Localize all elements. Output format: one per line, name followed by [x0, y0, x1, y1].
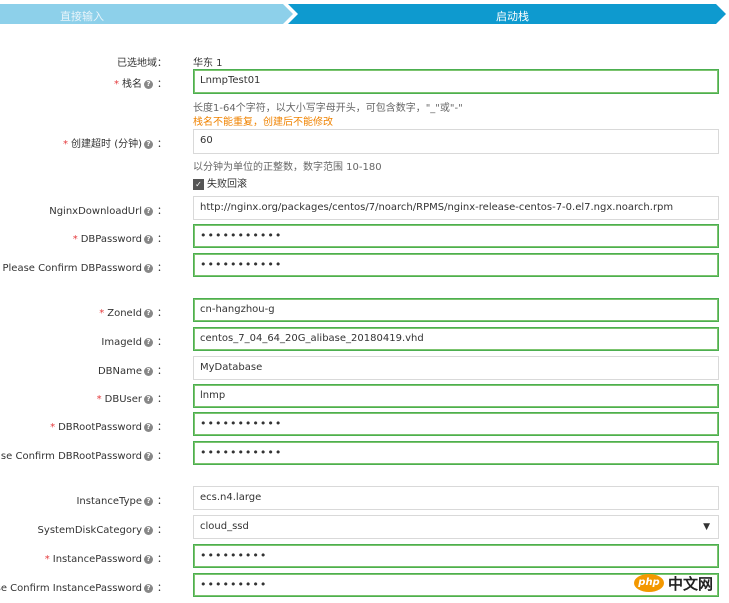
- step1-background: [0, 4, 293, 24]
- timeout-label-text: 创建超时 (分钟): [71, 139, 142, 150]
- image-id-label: ImageId? ：: [101, 333, 167, 348]
- rollback-checkbox-row[interactable]: ✓ 失败回滚: [193, 175, 247, 190]
- db-password-label-text: DBPassword: [80, 234, 142, 245]
- label-colon: ：: [157, 263, 167, 274]
- db-root-password-label-text: DBRootPassword: [58, 422, 142, 433]
- nginx-url-label: NginxDownloadUrl? ：: [49, 202, 167, 217]
- step-progress-bar: 直接输入 启动栈: [0, 4, 729, 24]
- zone-id-input[interactable]: cn-hangzhou-g: [193, 298, 719, 322]
- system-disk-label: SystemDiskCategory? ：: [38, 521, 167, 536]
- region-value: 华东 1: [193, 58, 223, 69]
- label-colon: ：: [157, 337, 167, 348]
- watermark-text: 中文网: [668, 575, 714, 593]
- system-disk-select[interactable]: cloud_ssd ▼: [193, 515, 719, 539]
- db-password-input[interactable]: •••••••••••: [193, 224, 719, 248]
- stack-name-warning: 栈名不能重复，创建后不能修改: [193, 117, 333, 128]
- db-root-password-label: * DBRootPassword? ：: [50, 418, 167, 433]
- db-password-label: * DBPassword? ：: [73, 230, 167, 245]
- instance-type-label-text: InstanceType: [76, 496, 142, 507]
- image-id-input[interactable]: centos_7_04_64_20G_alibase_20180419.vhd: [193, 327, 719, 351]
- region-label: 已选地域：: [117, 58, 167, 69]
- instance-password-confirm-label: Please Confirm InstancePassword? ：: [0, 579, 167, 594]
- label-colon: ：: [157, 422, 167, 433]
- php-badge-icon: php: [634, 574, 664, 592]
- db-root-password-input[interactable]: •••••••••••: [193, 412, 719, 436]
- instance-password-label-text: InstancePassword: [52, 554, 142, 565]
- help-icon[interactable]: ?: [144, 394, 153, 404]
- nginx-url-input[interactable]: http://nginx.org/packages/centos/7/noarc…: [193, 196, 719, 220]
- label-colon: ：: [157, 79, 167, 90]
- label-colon: ：: [157, 394, 167, 405]
- db-root-password-confirm-label: Please Confirm DBRootPassword? ：: [0, 447, 167, 462]
- help-icon[interactable]: ?: [144, 583, 153, 593]
- db-name-label-text: DBName: [97, 366, 142, 377]
- step1-label[interactable]: 直接输入: [60, 8, 104, 24]
- label-colon: ：: [157, 496, 167, 507]
- required-marker: *: [99, 308, 105, 319]
- required-marker: *: [96, 394, 102, 405]
- help-icon[interactable]: ?: [144, 308, 153, 318]
- help-icon[interactable]: ?: [144, 451, 153, 461]
- instance-password-label: * InstancePassword? ：: [45, 550, 167, 565]
- stack-name-hint: 长度1-64个字符，以大小写字母开头，可包含数字，"_"或"-": [193, 103, 463, 114]
- db-user-input[interactable]: lnmp: [193, 384, 719, 408]
- timeout-hint: 以分钟为单位的正整数，数字范围 10-180: [193, 162, 382, 173]
- system-disk-selected-value: cloud_ssd: [200, 521, 249, 532]
- zone-id-label: * ZoneId? ：: [99, 304, 167, 319]
- db-root-password-confirm-label-text: Please Confirm DBRootPassword: [0, 451, 142, 462]
- label-colon: ：: [157, 308, 167, 319]
- step2-label: 启动栈: [496, 10, 529, 23]
- help-icon[interactable]: ?: [144, 206, 153, 216]
- help-icon[interactable]: ?: [144, 234, 153, 244]
- help-icon[interactable]: ?: [144, 139, 153, 149]
- chevron-down-icon[interactable]: ▼: [703, 516, 710, 538]
- help-icon[interactable]: ?: [144, 554, 153, 564]
- step-arrows: [0, 4, 726, 24]
- db-user-label-text: DBUser: [104, 394, 142, 405]
- label-colon: ：: [157, 366, 167, 377]
- instance-type-label: InstanceType? ：: [76, 492, 167, 507]
- db-name-label: DBName? ：: [98, 362, 167, 377]
- help-icon[interactable]: ?: [144, 366, 153, 376]
- help-icon[interactable]: ?: [144, 337, 153, 347]
- nginx-url-label-text: NginxDownloadUrl: [49, 206, 142, 217]
- stack-name-input[interactable]: LnmpTest01: [193, 69, 719, 94]
- help-icon[interactable]: ?: [144, 263, 153, 273]
- required-marker: *: [72, 234, 78, 245]
- timeout-input[interactable]: 60: [193, 129, 719, 154]
- help-icon[interactable]: ?: [144, 496, 153, 506]
- system-disk-label-text: SystemDiskCategory: [37, 525, 142, 536]
- rollback-label: 失败回滚: [207, 179, 247, 190]
- db-user-label: * DBUser? ：: [97, 390, 167, 405]
- help-icon[interactable]: ?: [144, 525, 153, 535]
- db-name-input[interactable]: MyDatabase: [193, 356, 719, 380]
- db-root-password-confirm-input[interactable]: •••••••••••: [193, 441, 719, 465]
- instance-password-input[interactable]: •••••••••: [193, 544, 719, 568]
- label-colon: ：: [157, 234, 167, 245]
- label-colon: ：: [157, 554, 167, 565]
- instance-password-confirm-label-text: Please Confirm InstancePassword: [0, 583, 142, 594]
- watermark-logo: php 中文网: [634, 571, 724, 595]
- required-marker: *: [50, 422, 56, 433]
- timeout-label: * 创建超时 (分钟)? ：: [63, 135, 167, 150]
- instance-type-input[interactable]: ecs.n4.large: [193, 486, 719, 510]
- help-icon[interactable]: ?: [144, 79, 153, 89]
- required-marker: *: [114, 79, 119, 90]
- label-colon: ：: [157, 139, 167, 150]
- help-icon[interactable]: ?: [144, 422, 153, 432]
- rollback-checkbox[interactable]: ✓: [193, 178, 204, 190]
- image-id-label-text: ImageId: [101, 337, 142, 348]
- label-colon: ：: [157, 451, 167, 462]
- stack-name-label: * 栈名? ：: [114, 75, 167, 90]
- required-marker: *: [63, 139, 69, 150]
- zone-id-label-text: ZoneId: [107, 308, 142, 319]
- label-colon: ：: [157, 583, 167, 594]
- stack-name-label-text: 栈名: [122, 79, 142, 90]
- db-password-confirm-label-text: Please Confirm DBPassword: [2, 263, 143, 274]
- label-colon: ：: [157, 525, 167, 536]
- db-password-confirm-label: Please Confirm DBPassword? ：: [3, 259, 168, 274]
- db-password-confirm-input[interactable]: •••••••••••: [193, 253, 719, 277]
- required-marker: *: [44, 554, 50, 565]
- label-colon: ：: [157, 206, 167, 217]
